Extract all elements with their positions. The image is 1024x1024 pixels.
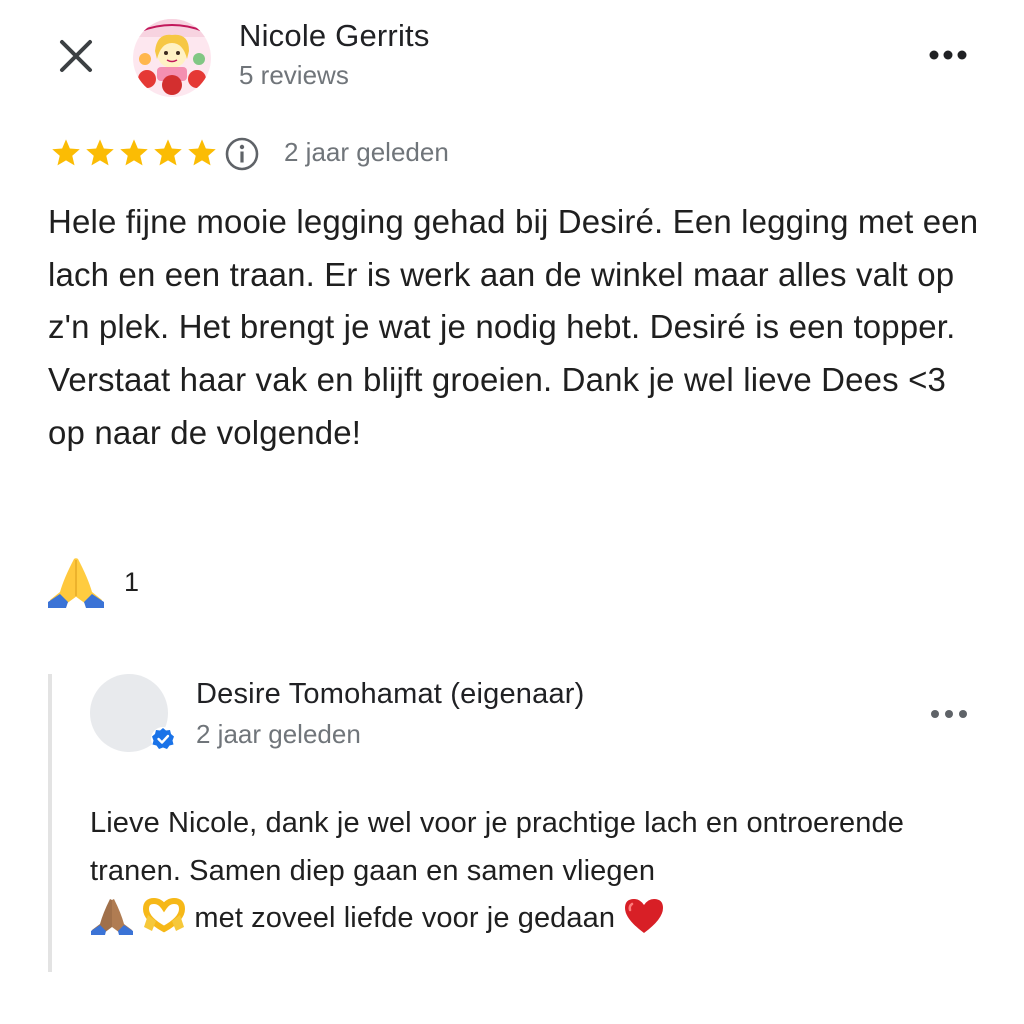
- more-options-icon[interactable]: [926, 699, 972, 729]
- verified-badge-icon: [151, 727, 175, 751]
- avatar[interactable]: [133, 19, 211, 97]
- folded-hands-icon: [48, 558, 104, 608]
- reply-divider: [48, 674, 52, 972]
- info-icon[interactable]: [224, 136, 260, 172]
- owner-name: Desire Tomohamat (eigenaar): [196, 678, 585, 710]
- star-icon: [52, 139, 80, 166]
- review-date: 2 jaar geleden: [284, 137, 449, 167]
- reviewer-review-count: 5 reviews: [239, 60, 349, 90]
- more-options-icon[interactable]: [925, 40, 971, 70]
- avatar-birthday-image: [133, 19, 211, 97]
- folded-hands-icon: [91, 899, 133, 935]
- owner-reply-date: 2 jaar geleden: [196, 719, 361, 749]
- heart-hands-icon: [143, 897, 186, 933]
- star-icon: [86, 139, 114, 166]
- review-text: Hele fijne mooie legging gehad bij Desir…: [48, 203, 979, 451]
- reaction-count: 1: [124, 566, 140, 597]
- reaction-button[interactable]: 1: [46, 556, 139, 608]
- close-icon[interactable]: [52, 32, 100, 80]
- star-rating: [50, 137, 218, 171]
- star-icon: [120, 139, 148, 166]
- owner-reply-text: Lieve Nicole, dank je wel voor je pracht…: [90, 800, 990, 943]
- reply-text-part1: Lieve Nicole, dank je wel voor je pracht…: [90, 807, 904, 887]
- star-icon: [154, 139, 182, 166]
- star-icon: [188, 139, 216, 166]
- reply-text-part2: met zoveel liefde voor je gedaan: [194, 902, 616, 934]
- reviewer-name[interactable]: Nicole Gerrits: [239, 18, 430, 54]
- red-heart-icon: [625, 899, 664, 933]
